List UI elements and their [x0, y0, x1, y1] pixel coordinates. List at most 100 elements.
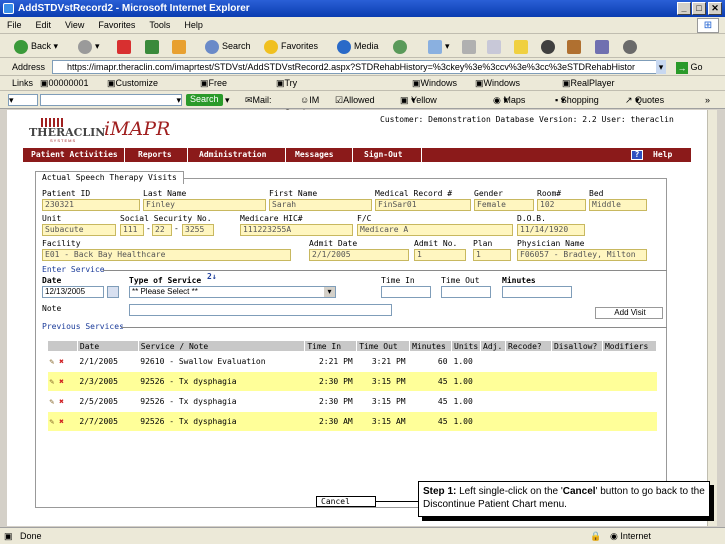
field-last-name: Finley [143, 199, 266, 211]
tool-button[interactable] [567, 37, 584, 55]
label-first-name: First Name [269, 189, 318, 198]
menu-tools[interactable]: Tools [142, 17, 177, 34]
links-label: Links [12, 78, 34, 88]
field-ssn-1: 111 [120, 224, 144, 236]
edit-icon [487, 39, 501, 54]
media-button[interactable]: Media [337, 37, 379, 55]
cancel-button[interactable]: Cancel [316, 496, 376, 507]
field-ssn-3: 3255 [182, 224, 214, 236]
research-button[interactable] [595, 37, 612, 55]
edit-icon[interactable]: ✎ [50, 397, 55, 406]
link-00000001[interactable]: ▣ 00000001 [40, 76, 89, 91]
edit-icon[interactable]: ✎ [50, 357, 55, 366]
label-room: Room# [537, 189, 562, 198]
print-button[interactable] [462, 37, 479, 55]
page-scrollbar[interactable] [707, 110, 717, 526]
nav-reports[interactable]: Reports [138, 148, 172, 162]
menu-file[interactable]: File [0, 17, 29, 34]
service-type-select[interactable]: ** Please Select ** ▾ [129, 286, 336, 298]
label-admit-no: Admit No. [414, 239, 458, 248]
allowed-link[interactable]: ☑ Allowed [335, 91, 375, 109]
sort-icon[interactable]: 2↓ [207, 272, 217, 281]
label-medicare: Medicare HIC# [240, 214, 303, 223]
menu-help[interactable]: Help [177, 17, 210, 34]
instruction-callout: Step 1: Left single-click on the 'Cancel… [418, 481, 710, 517]
toolbar-logo-dropdown[interactable]: ▾ [8, 94, 38, 106]
favorites-button[interactable]: Favorites [264, 37, 318, 55]
edit-button[interactable] [487, 37, 504, 55]
tab-speech-therapy-visits[interactable]: Actual Speech Therapy Visits [35, 171, 184, 184]
link-customize[interactable]: ▣ Customize Links [107, 76, 158, 103]
back-button[interactable]: Back ▾ [14, 37, 58, 55]
link-realplayer[interactable]: ▣ RealPlayer [562, 76, 615, 91]
delete-icon[interactable]: ✖ [59, 377, 64, 386]
minutes-input[interactable] [502, 286, 572, 298]
delete-icon[interactable]: ✖ [59, 397, 64, 406]
media-icon [337, 39, 351, 54]
time-in-input[interactable] [381, 286, 431, 298]
nav-help[interactable]: Help [653, 148, 672, 162]
help-icon[interactable]: ? [631, 150, 643, 160]
add-visit-button[interactable]: Add Visit [595, 307, 663, 319]
history-button[interactable] [393, 37, 410, 55]
menu-view[interactable]: View [58, 17, 91, 34]
label-bed: Bed [589, 189, 604, 198]
label-physician: Physician Name [517, 239, 585, 248]
note-input[interactable] [129, 304, 392, 316]
go-button[interactable]: → Go [676, 60, 703, 74]
status-text: Done [20, 531, 42, 541]
link-hotmail[interactable]: ▣ Free Hotmail [200, 76, 239, 103]
nav-patient-activities[interactable]: Patient Activities [31, 148, 118, 162]
stop-button[interactable] [117, 37, 134, 55]
im-link[interactable]: ☺ IM [300, 91, 319, 109]
maps-link[interactable]: ◉ Maps ▾ [493, 91, 525, 109]
main-nav: Patient Activities Reports Administratio… [23, 148, 691, 162]
section-previous-services: Previous Services [42, 322, 124, 331]
toolbar-search-input[interactable]: ▾ [40, 94, 182, 106]
more-chevron-icon[interactable]: » [705, 91, 710, 109]
link-windows[interactable]: ▣ Windows [412, 76, 457, 91]
address-input[interactable]: https://imapr.theraclin.com/imaprtest/ST… [52, 60, 666, 74]
label-minutes: Minutes [502, 276, 536, 285]
date-input[interactable]: 12/13/2005 [42, 286, 104, 298]
link-internet-service[interactable]: ▣ Try Internet Service Free! [276, 76, 315, 133]
quotes-link[interactable]: ↗ Quotes ▾ [625, 91, 664, 109]
refresh-button[interactable] [145, 37, 162, 55]
search-button[interactable]: Search [205, 37, 251, 55]
link-windows-media[interactable]: ▣ Windows Media [475, 76, 520, 103]
menu-favorites[interactable]: Favorites [91, 17, 142, 34]
table-row: ✎ ✖ 2/5/2005 92526 - Tx dysphagia 2:30 PM… [47, 391, 657, 412]
label-plan: Plan [473, 239, 493, 248]
mail-button[interactable]: ▾ [428, 37, 450, 55]
notes-button[interactable] [514, 37, 531, 55]
close-button[interactable]: ✕ [708, 2, 722, 15]
services-table: Date Service / Note Time In Time Out Min… [47, 340, 658, 432]
home-button[interactable] [172, 37, 189, 55]
delete-icon[interactable]: ✖ [59, 357, 64, 366]
maximize-button[interactable]: □ [692, 2, 706, 15]
yellow-pages-link[interactable]: ▣ Yellow Pages ▾ [400, 91, 437, 123]
shopping-link[interactable]: ▪ Shopping ▾ [555, 91, 599, 109]
field-room: 102 [537, 199, 586, 211]
toolbar-options-icon[interactable]: ▾ [225, 91, 230, 109]
messenger-button[interactable] [623, 37, 640, 55]
field-fc: Medicare A [357, 224, 513, 236]
toolbar-search-button[interactable]: Search [186, 94, 223, 106]
nav-administration[interactable]: Administration [199, 148, 266, 162]
edit-icon[interactable]: ✎ [50, 377, 55, 386]
tool-icon [567, 39, 581, 54]
edit-icon[interactable]: ✎ [50, 417, 55, 426]
mail-link[interactable]: ✉ Mail: 5 [245, 91, 272, 123]
minimize-button[interactable]: _ [677, 2, 691, 15]
nav-sign-out[interactable]: Sign-Out [364, 148, 403, 162]
time-out-input[interactable] [441, 286, 491, 298]
address-dropdown-icon[interactable]: ▾ [656, 60, 666, 74]
section-enter-service: Enter Service [42, 265, 105, 274]
close-x-button[interactable] [541, 37, 558, 55]
delete-icon[interactable]: ✖ [59, 417, 64, 426]
mail-icon [428, 39, 442, 54]
menu-edit[interactable]: Edit [29, 17, 59, 34]
nav-messages[interactable]: Messages [295, 148, 334, 162]
calendar-icon[interactable] [107, 286, 119, 298]
forward-button[interactable]: ▾ [78, 37, 100, 55]
